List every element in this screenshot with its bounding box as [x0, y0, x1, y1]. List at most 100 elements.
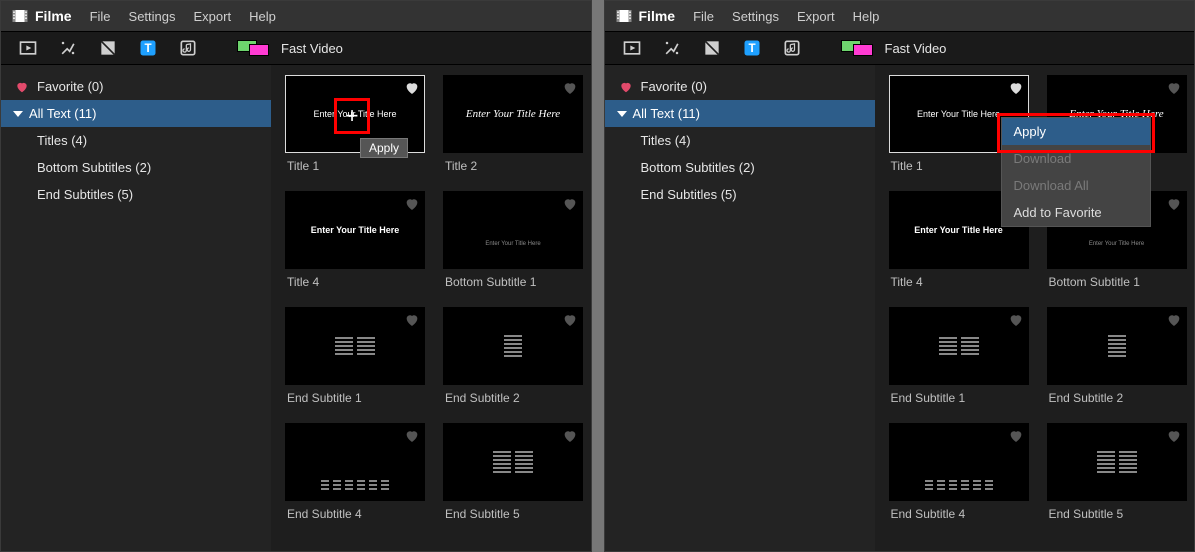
thumb-title2[interactable]: Enter Your Title Here Title 2 [443, 75, 583, 185]
heart-icon [15, 80, 29, 94]
favorite-icon[interactable] [404, 196, 420, 212]
chevron-down-icon [617, 111, 627, 117]
sidebar-titles[interactable]: Titles (4) [1, 127, 271, 154]
thumb-caption: End Subtitle 5 [1047, 501, 1187, 533]
thumb-end-subtitle2[interactable]: End Subtitle 2 [1047, 307, 1187, 417]
text-icon[interactable]: T [137, 37, 159, 59]
thumb-caption: Title 4 [285, 269, 425, 301]
favorite-icon[interactable] [404, 80, 420, 96]
thumb-end-subtitle5[interactable]: End Subtitle 5 [443, 423, 583, 533]
thumb-bottom-subtitle1[interactable]: Enter Your Title Here Bottom Subtitle 1 [443, 191, 583, 301]
text-icon[interactable]: T [741, 37, 763, 59]
favorite-icon[interactable] [1166, 312, 1182, 328]
favorite-icon[interactable] [562, 428, 578, 444]
media-icon[interactable] [621, 37, 643, 59]
app-logo: Filme [615, 7, 676, 25]
sidebar-favorite[interactable]: Favorite (0) [1, 73, 271, 100]
fast-video-button[interactable]: Fast Video [841, 39, 947, 57]
effects-icon[interactable] [57, 37, 79, 59]
menu-file[interactable]: File [693, 9, 714, 24]
sidebar-bottom-label: Bottom Subtitles (2) [641, 160, 755, 175]
menu-settings[interactable]: Settings [732, 9, 779, 24]
thumb-title1[interactable]: Enter Your Title Here Title 1 Apply Down… [889, 75, 1029, 185]
menu-export[interactable]: Export [797, 9, 835, 24]
content-area: Favorite (0) All Text (11) Titles (4) Bo… [1, 65, 591, 551]
effects-icon[interactable] [661, 37, 683, 59]
apply-tooltip: Apply [360, 138, 408, 158]
transitions-icon[interactable] [701, 37, 723, 59]
favorite-icon[interactable] [1008, 428, 1024, 444]
thumb-end-subtitle5[interactable]: End Subtitle 5 [1047, 423, 1187, 533]
apply-plus-button[interactable]: + [334, 98, 370, 134]
thumb-caption: Bottom Subtitle 1 [1047, 269, 1187, 301]
sidebar-alltext-label: All Text (11) [633, 106, 700, 121]
thumb-title4[interactable]: Enter Your Title Here Title 4 [285, 191, 425, 301]
thumbnail-grid: Enter Your Title Here + Apply Title 1 En… [271, 65, 591, 551]
ctx-download[interactable]: Download [1002, 145, 1150, 172]
sidebar-alltext-label: All Text (11) [29, 106, 96, 121]
favorite-icon[interactable] [404, 428, 420, 444]
ctx-add-favorite[interactable]: Add to Favorite [1002, 199, 1150, 226]
thumb-caption: Title 2 [443, 153, 583, 185]
favorite-icon[interactable] [1008, 80, 1024, 96]
menu-help[interactable]: Help [249, 9, 276, 24]
audio-icon[interactable] [177, 37, 199, 59]
fast-video-button[interactable]: Fast Video [237, 39, 343, 57]
ctx-apply[interactable]: Apply [1002, 118, 1150, 145]
thumb-caption: End Subtitle 4 [285, 501, 425, 533]
transitions-icon[interactable] [97, 37, 119, 59]
heart-icon [619, 80, 633, 94]
favorite-icon[interactable] [1166, 80, 1182, 96]
sidebar: Favorite (0) All Text (11) Titles (4) Bo… [1, 65, 271, 551]
ctx-download-all[interactable]: Download All [1002, 172, 1150, 199]
sidebar-titles-label: Titles (4) [641, 133, 691, 148]
sidebar-bottom-subtitles[interactable]: Bottom Subtitles (2) [1, 154, 271, 181]
thumbnail-grid: Enter Your Title Here Title 1 Apply Down… [875, 65, 1195, 551]
favorite-icon[interactable] [562, 196, 578, 212]
thumb-caption: Title 4 [889, 269, 1029, 301]
sidebar-bottom-subtitles[interactable]: Bottom Subtitles (2) [605, 154, 875, 181]
fast-video-label: Fast Video [281, 41, 343, 56]
favorite-icon[interactable] [562, 312, 578, 328]
content-area: Favorite (0) All Text (11) Titles (4) Bo… [605, 65, 1195, 551]
sidebar-end-label: End Subtitles (5) [641, 187, 737, 202]
menu-export[interactable]: Export [194, 9, 232, 24]
sidebar-alltext[interactable]: All Text (11) [605, 100, 875, 127]
thumb-caption: End Subtitle 1 [889, 385, 1029, 417]
menu-settings[interactable]: Settings [129, 9, 176, 24]
audio-icon[interactable] [781, 37, 803, 59]
thumb-end-subtitle4[interactable]: End Subtitle 4 [889, 423, 1029, 533]
thumb-end-subtitle4[interactable]: End Subtitle 4 [285, 423, 425, 533]
favorite-icon[interactable] [562, 80, 578, 96]
thumb-preview-text: Enter Your Title Here [286, 225, 424, 235]
toolbar: T Fast Video [1, 31, 591, 65]
favorite-icon[interactable] [1008, 312, 1024, 328]
chevron-down-icon [13, 111, 23, 117]
filme-logo-icon [615, 7, 633, 25]
favorite-icon[interactable] [404, 312, 420, 328]
thumb-end-subtitle2[interactable]: End Subtitle 2 [443, 307, 583, 417]
thumb-caption: Bottom Subtitle 1 [443, 269, 583, 301]
sidebar-titles[interactable]: Titles (4) [605, 127, 875, 154]
menu-help[interactable]: Help [853, 9, 880, 24]
app-name: Filme [639, 8, 676, 24]
thumb-end-subtitle1[interactable]: End Subtitle 1 [285, 307, 425, 417]
favorite-icon[interactable] [1166, 196, 1182, 212]
context-menu: Apply Download Download All Add to Favor… [1001, 117, 1151, 227]
sidebar-end-subtitles[interactable]: End Subtitles (5) [1, 181, 271, 208]
sidebar-favorite-label: Favorite (0) [37, 79, 103, 94]
sidebar-bottom-label: Bottom Subtitles (2) [37, 160, 151, 175]
sidebar-favorite[interactable]: Favorite (0) [605, 73, 875, 100]
menu-file[interactable]: File [90, 9, 111, 24]
thumb-caption: End Subtitle 2 [443, 385, 583, 417]
fast-video-label: Fast Video [885, 41, 947, 56]
thumb-title1[interactable]: Enter Your Title Here + Apply Title 1 [285, 75, 425, 185]
favorite-icon[interactable] [1166, 428, 1182, 444]
thumb-end-subtitle1[interactable]: End Subtitle 1 [889, 307, 1029, 417]
sidebar-alltext[interactable]: All Text (11) [1, 100, 271, 127]
svg-text:T: T [144, 42, 151, 55]
media-icon[interactable] [17, 37, 39, 59]
thumb-preview-text: Enter Your Title Here [444, 241, 582, 247]
sidebar-favorite-label: Favorite (0) [641, 79, 707, 94]
sidebar-end-subtitles[interactable]: End Subtitles (5) [605, 181, 875, 208]
